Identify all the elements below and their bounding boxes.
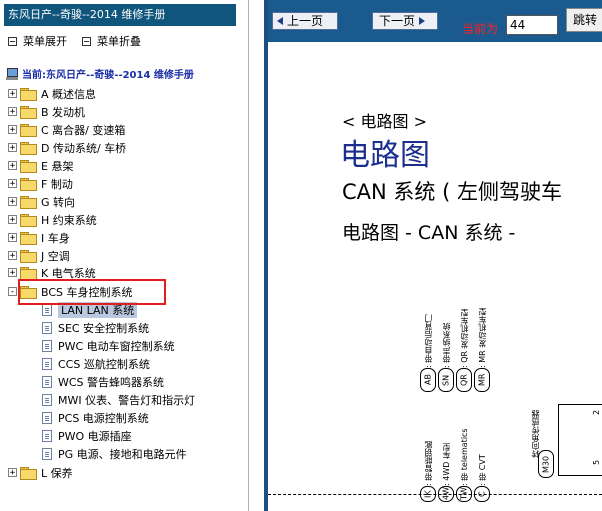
- folder-icon: [20, 213, 37, 227]
- code-pill-qr: QR: [456, 368, 472, 392]
- arrow-left-icon: [277, 17, 283, 25]
- tree-item-h[interactable]: + H 约束系统: [8, 211, 97, 228]
- tree-subitem-sec[interactable]: SEC 安全控制系统: [42, 319, 149, 336]
- tree-item-e[interactable]: + E 悬架: [8, 157, 73, 174]
- highlight-annotation-box: [18, 279, 166, 305]
- tree-subitem-wcs[interactable]: WCS 警告蜂鸣器系统: [42, 373, 164, 390]
- expand-toggle-icon[interactable]: +: [8, 215, 17, 225]
- tree-item-b[interactable]: + B 发动机: [8, 103, 85, 120]
- pin-number: 5: [592, 459, 602, 466]
- tree-subitem-ccs[interactable]: CCS 巡航控制系统: [42, 355, 150, 372]
- expand-icon: [8, 36, 17, 46]
- expand-toggle-icon[interactable]: +: [8, 197, 17, 207]
- folder-icon: [20, 466, 37, 480]
- expand-toggle-icon[interactable]: +: [8, 161, 17, 171]
- current-page-label: 当前为: [462, 22, 499, 36]
- legend-ik: : 带智能钥匙: [424, 440, 433, 486]
- expand-all-button[interactable]: 菜单展开: [8, 33, 67, 49]
- document-icon: [42, 411, 52, 424]
- folder-icon: [20, 231, 37, 245]
- collapse-icon: [82, 36, 91, 46]
- tree-subitem-pwo[interactable]: PWO 电源插座: [42, 427, 132, 444]
- tree-item-f[interactable]: + F 制动: [8, 175, 73, 192]
- document-icon: [42, 375, 52, 388]
- folder-icon: [20, 159, 37, 173]
- tree-item-i[interactable]: + I 车身: [8, 229, 70, 246]
- folder-icon: [20, 266, 37, 280]
- document-viewer-pane: 上一页 下一页 当前为 跳转 < 电路图 > 电路图 CAN 系统 ( 左侧驾驶…: [264, 0, 602, 511]
- pin-number: 2: [592, 409, 602, 416]
- code-pill-ab: AB: [420, 368, 436, 392]
- expand-toggle-icon[interactable]: +: [8, 143, 17, 153]
- document-icon: [42, 357, 52, 370]
- tree-item-j[interactable]: + J 空调: [8, 247, 70, 264]
- document-icon: [42, 339, 52, 352]
- collapse-all-button[interactable]: 菜单折叠: [82, 33, 141, 49]
- legend-ab: : 带自动后背门: [424, 314, 433, 368]
- current-manual-root[interactable]: 当前:东风日产--奇骏--2014 维修手册: [6, 66, 194, 81]
- page-title: 电路图: [340, 138, 430, 173]
- expand-toggle-icon[interactable]: +: [8, 125, 17, 135]
- tree-subitem-mwi[interactable]: MWI 仪表、警告灯和指示灯: [42, 391, 195, 408]
- section-tag: < 电路图 >: [342, 112, 427, 131]
- expand-toggle-icon[interactable]: +: [8, 233, 17, 243]
- code-pill-mr: MR: [474, 368, 490, 392]
- tree-subitem-pg[interactable]: PG 电源、接地和电路元件: [42, 445, 187, 462]
- code-pill-sn: SN: [438, 368, 454, 392]
- expand-toggle-icon[interactable]: +: [8, 468, 17, 478]
- diagram-subtitle: 电路图 - CAN 系统 -: [342, 222, 516, 244]
- legend-sn: : 带声纳系统: [442, 322, 451, 368]
- document-icon: [42, 321, 52, 334]
- expand-toggle-icon[interactable]: +: [8, 89, 17, 99]
- folder-icon: [20, 123, 37, 137]
- tree-item-a[interactable]: + A 概述信息: [8, 85, 96, 102]
- expand-toggle-icon[interactable]: +: [8, 268, 17, 278]
- jump-button[interactable]: 跳转: [566, 8, 602, 32]
- left-navigation-pane: 东风日产--奇骏--2014 维修手册 菜单展开 菜单折叠 当前:东风日产--奇…: [0, 0, 249, 511]
- tree-item-l[interactable]: + L 保养: [8, 464, 73, 481]
- document-icon: [42, 429, 52, 442]
- legend-mr: : MR 发动机车型: [478, 307, 487, 368]
- page-toolbar: 上一页 下一页 当前为 跳转: [268, 0, 602, 42]
- computer-icon: [6, 67, 18, 80]
- tree-item-d[interactable]: + D 传动系统/ 车桥: [8, 139, 126, 156]
- tree-item-c[interactable]: + C 离合器/ 变速箱: [8, 121, 125, 138]
- expand-toggle-icon[interactable]: +: [8, 251, 17, 261]
- sensor-code: M30: [538, 450, 554, 478]
- folder-icon: [20, 249, 37, 263]
- folder-icon: [20, 87, 37, 101]
- tree-subitem-pwc[interactable]: PWC 电动车窗控制系统: [42, 337, 175, 354]
- document-icon: [42, 393, 52, 406]
- collapse-toggle-icon[interactable]: -: [8, 287, 17, 297]
- page-number-input[interactable]: [506, 15, 558, 35]
- legend-tw: : 带 telematics: [460, 428, 469, 486]
- wiring-diagram-page: < 电路图 > 电路图 CAN 系统 ( 左侧驾驶车 电路图 - CAN 系统 …: [268, 42, 602, 511]
- folder-icon: [20, 141, 37, 155]
- expand-toggle-icon[interactable]: +: [8, 107, 17, 117]
- legend-c: : 带 CVT: [478, 454, 487, 486]
- folder-icon: [20, 177, 37, 191]
- document-icon: [42, 447, 52, 460]
- next-page-button[interactable]: 下一页: [372, 12, 438, 30]
- tree-subitem-pcs[interactable]: PCS 电源控制系统: [42, 409, 149, 426]
- manual-title-bar: 东风日产--奇骏--2014 维修手册: [4, 4, 236, 26]
- expand-toggle-icon[interactable]: +: [8, 179, 17, 189]
- divider-line: [268, 494, 602, 495]
- prev-page-button[interactable]: 上一页: [272, 12, 338, 30]
- document-icon: [42, 303, 52, 316]
- arrow-right-icon: [419, 17, 426, 25]
- tree-item-g[interactable]: + G 转向: [8, 193, 75, 210]
- legend-qr: : QR 发动机车型: [460, 308, 469, 368]
- system-subtitle: CAN 系统 ( 左侧驾驶车: [342, 180, 562, 204]
- legend-4w: : 4WD 车型: [442, 443, 451, 486]
- folder-icon: [20, 105, 37, 119]
- folder-icon: [20, 195, 37, 209]
